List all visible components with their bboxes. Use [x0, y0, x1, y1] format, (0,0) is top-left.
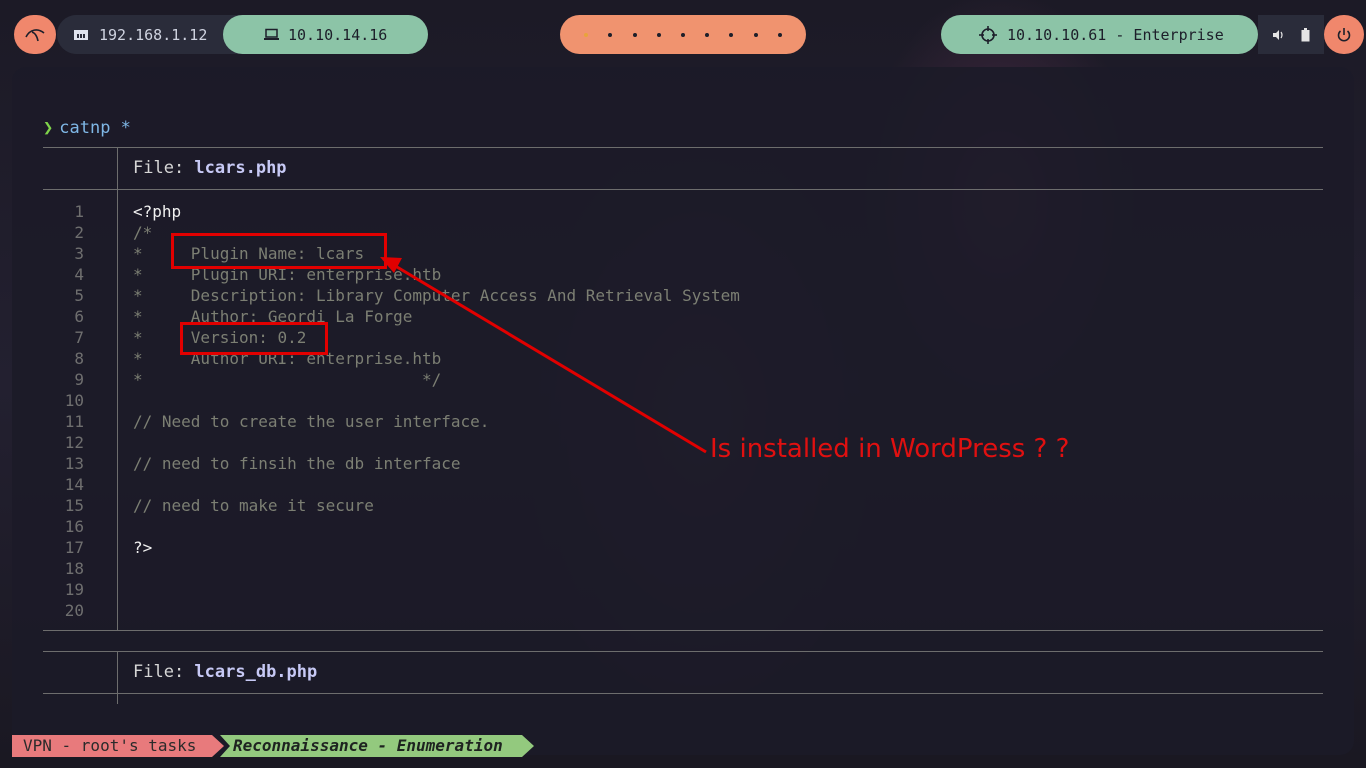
phase-label: Reconnaissance - Enumeration	[220, 735, 534, 757]
annotation-text: Is installed in WordPress ? ?	[710, 434, 1070, 464]
session-label: VPN - root's tasks	[12, 735, 224, 757]
annotation-arrow	[380, 257, 707, 454]
